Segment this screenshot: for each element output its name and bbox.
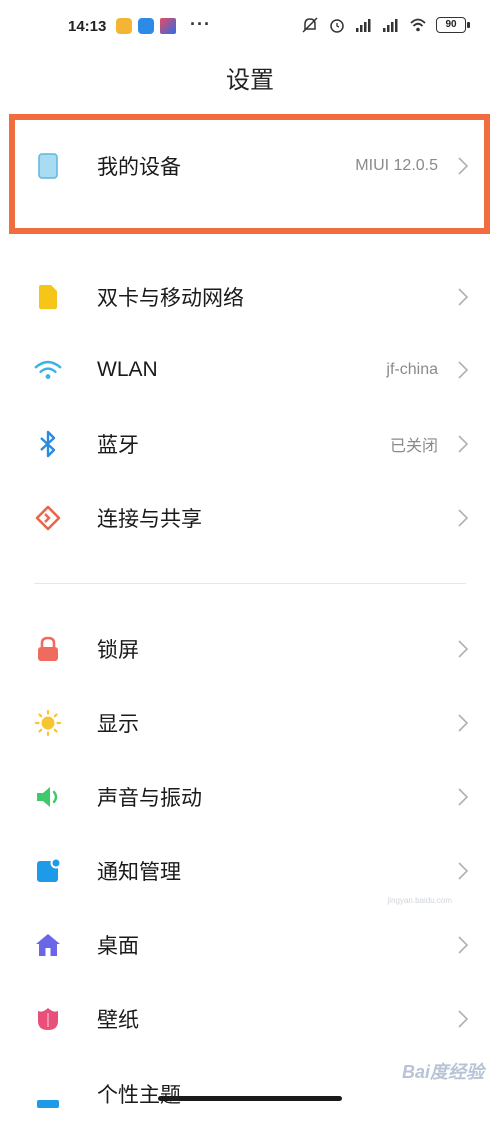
row-display[interactable]: 显示	[0, 687, 500, 759]
row-wallpaper[interactable]: 壁纸	[0, 983, 500, 1055]
silent-bell-icon	[302, 17, 318, 33]
row-label: 锁屏	[97, 639, 139, 662]
signal-icon	[356, 19, 371, 32]
speaker-icon	[34, 783, 62, 811]
row-bluetooth[interactable]: 蓝牙 已关闭	[0, 408, 500, 480]
sim-card-icon	[34, 283, 62, 311]
baidu-watermark: Bai度经验	[401, 1062, 484, 1082]
chevron-right-icon	[458, 640, 469, 658]
status-indicators: 90	[301, 16, 470, 34]
row-wlan[interactable]: WLAN jf-china	[0, 334, 500, 406]
battery-icon: 90	[436, 17, 470, 33]
row-sim-network[interactable]: 双卡与移动网络	[0, 261, 500, 333]
row-label: 个性主题	[97, 1084, 181, 1107]
chevron-right-icon	[458, 714, 469, 732]
row-label: 显示	[97, 713, 139, 736]
row-label: 蓝牙	[97, 434, 139, 457]
section-divider	[34, 583, 466, 584]
row-lock-screen[interactable]: 锁屏	[0, 613, 500, 685]
lock-icon	[34, 635, 62, 663]
page-title: 设置	[226, 67, 274, 94]
note-app-icon	[116, 18, 132, 34]
row-label: WLAN	[97, 358, 158, 381]
wifi-icon	[34, 356, 62, 384]
chevron-right-icon	[458, 435, 469, 453]
home-indicator[interactable]	[158, 1096, 342, 1101]
row-label: 双卡与移动网络	[97, 287, 244, 310]
theme-icon	[34, 1080, 62, 1108]
highlight-annotation-box	[9, 114, 490, 234]
chevron-right-icon	[458, 862, 469, 880]
chevron-right-icon	[458, 788, 469, 806]
row-home-screen[interactable]: 桌面	[0, 909, 500, 981]
row-label: 通知管理	[97, 861, 181, 884]
watermark-url: jingyan.baidu.com	[387, 896, 452, 905]
share-icon	[34, 504, 62, 532]
sun-icon	[34, 709, 62, 737]
more-notifications-icon: ···	[190, 14, 211, 34]
row-label: 桌面	[97, 935, 139, 958]
row-sound-vibration[interactable]: 声音与振动	[0, 761, 500, 833]
signal-hd-icon	[383, 19, 398, 32]
notification-icon	[34, 857, 62, 885]
chevron-right-icon	[458, 361, 469, 379]
chevron-right-icon	[458, 509, 469, 527]
notification-app-icons	[116, 18, 176, 34]
status-bar: 14:13 ··· 90	[0, 0, 500, 56]
chevron-right-icon	[458, 936, 469, 954]
chevron-right-icon	[458, 288, 469, 306]
message-app-icon	[138, 18, 154, 34]
row-label: 壁纸	[97, 1009, 139, 1032]
home-icon	[34, 931, 62, 959]
row-value: jf-china	[386, 361, 438, 378]
row-label: 连接与共享	[97, 508, 202, 531]
row-connection-sharing[interactable]: 连接与共享	[0, 482, 500, 554]
wifi-status-icon	[410, 18, 426, 32]
row-label: 声音与振动	[97, 787, 202, 810]
bluetooth-icon	[34, 430, 62, 458]
row-value: 已关闭	[389, 438, 438, 455]
video-app-icon	[160, 18, 176, 34]
alarm-icon	[330, 19, 344, 33]
chevron-right-icon	[458, 1010, 469, 1028]
flower-icon	[34, 1005, 62, 1033]
status-time: 14:13	[68, 18, 107, 35]
